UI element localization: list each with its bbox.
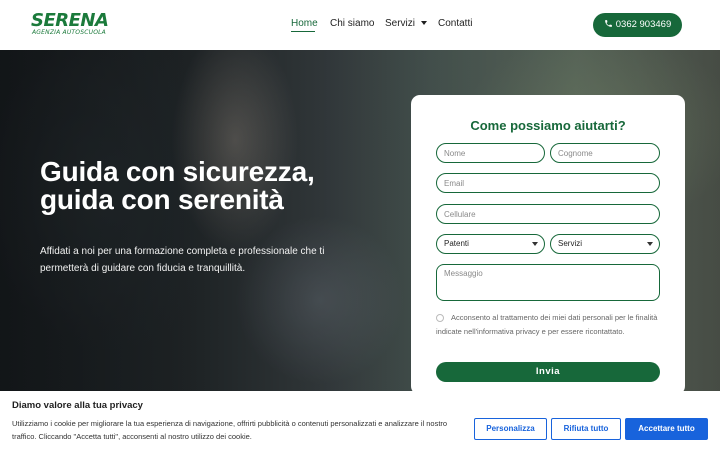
site-logo[interactable]: SERENA AGENZIA AUTOSCUOLA: [31, 10, 109, 38]
chevron-down-icon: [421, 21, 428, 25]
cookie-reject-button[interactable]: Rifiuta tutto: [551, 418, 621, 440]
servizi-select-value: Servizi: [558, 239, 583, 248]
phone-number: 0362 903469: [615, 19, 672, 30]
hero-subtitle: Affidati a noi per una formazione comple…: [40, 246, 325, 274]
form-title: Come possiamo aiutarti?: [470, 118, 626, 133]
messaggio-field[interactable]: [436, 264, 660, 301]
phone-button[interactable]: 0362 903469: [593, 13, 682, 37]
nav-servizi[interactable]: Servizi: [385, 18, 428, 29]
chevron-down-icon: [647, 242, 653, 246]
cookie-title: Diamo valore alla tua privacy: [12, 400, 143, 411]
patenti-select[interactable]: Patenti: [436, 234, 545, 254]
cookie-text: Utilizziamo i cookie per migliorare la t…: [12, 419, 448, 441]
nav-contatti[interactable]: Contatti: [438, 18, 472, 29]
submit-button[interactable]: Invia: [436, 362, 660, 382]
site-header: SERENA AGENZIA AUTOSCUOLA Home Chi siamo…: [0, 0, 720, 50]
chevron-down-icon: [532, 242, 538, 246]
nome-field[interactable]: [436, 143, 545, 163]
hero-title-line1: Guida con sicurezza,: [40, 156, 315, 187]
cookie-customize-button[interactable]: Personalizza: [474, 418, 547, 440]
nav-servizi-label: Servizi: [385, 18, 416, 29]
logo-tagline: AGENZIA AUTOSCUOLA: [32, 29, 106, 36]
servizi-select[interactable]: Servizi: [550, 234, 660, 254]
contact-form: Come possiamo aiutarti? Patenti Servizi …: [411, 95, 685, 395]
cookie-banner: Diamo valore alla tua privacy Utilizziam…: [0, 391, 720, 450]
logo-wordmark: SERENA: [31, 10, 109, 31]
cookie-accept-button[interactable]: Accettare tutto: [625, 418, 708, 440]
phone-icon: [604, 20, 612, 27]
hero-title: Guida con sicurezza, guida con serenità: [40, 158, 370, 214]
nav-active-underline: [291, 31, 315, 32]
nav-home[interactable]: Home: [291, 18, 318, 29]
nav-chi-siamo[interactable]: Chi siamo: [330, 18, 374, 29]
patenti-select-value: Patenti: [444, 239, 469, 248]
hero-section: Guida con sicurezza, guida con serenità …: [0, 50, 720, 450]
hero-title-line2: guida con serenità: [40, 184, 284, 215]
email-field[interactable]: [436, 173, 660, 193]
cognome-field[interactable]: [550, 143, 660, 163]
privacy-consent-text: Acconsento al trattamento dei miei dati …: [436, 313, 658, 336]
cellulare-field[interactable]: [436, 204, 660, 224]
